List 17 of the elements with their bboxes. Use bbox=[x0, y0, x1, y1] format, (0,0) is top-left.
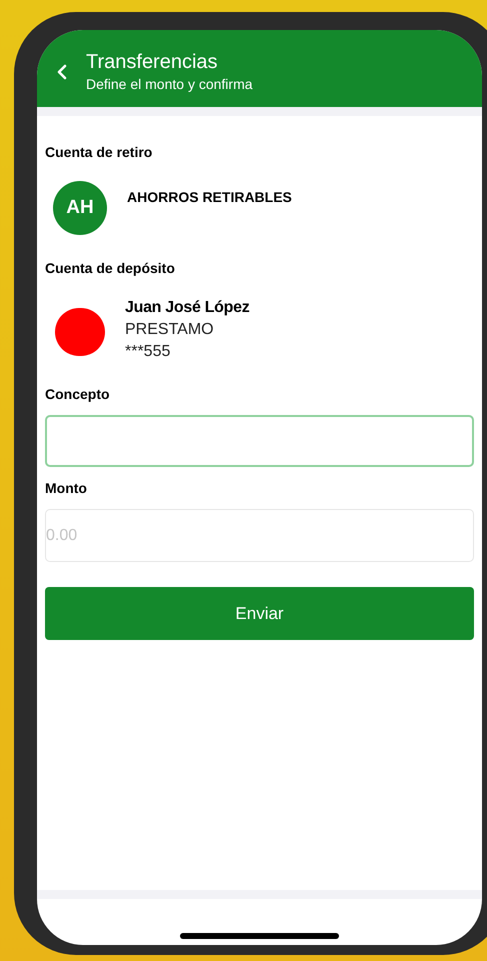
account-number: ***555 bbox=[125, 342, 172, 362]
send-button[interactable]: Enviar bbox=[45, 587, 474, 640]
field-label: Monto bbox=[45, 479, 88, 497]
back-icon bbox=[57, 64, 67, 80]
back-button[interactable] bbox=[55, 62, 69, 82]
section-label: Cuenta de depósito bbox=[45, 259, 176, 277]
account-avatar bbox=[55, 308, 105, 356]
screen-subtitle: Define el monto y confirma bbox=[86, 74, 253, 94]
account-name: AHORROS RETIRABLES bbox=[127, 188, 292, 207]
concept-input-field[interactable] bbox=[45, 415, 474, 467]
account-holder: Juan José López bbox=[125, 298, 250, 318]
amount-input-field[interactable]: 0.00 bbox=[45, 509, 474, 562]
account-type: PRESTAMO bbox=[125, 320, 215, 340]
screen-title: Transferencias bbox=[86, 50, 219, 74]
field-label: Concepto bbox=[45, 385, 111, 403]
section-label: Cuenta de retiro bbox=[45, 143, 154, 161]
account-avatar: AH bbox=[53, 181, 107, 235]
